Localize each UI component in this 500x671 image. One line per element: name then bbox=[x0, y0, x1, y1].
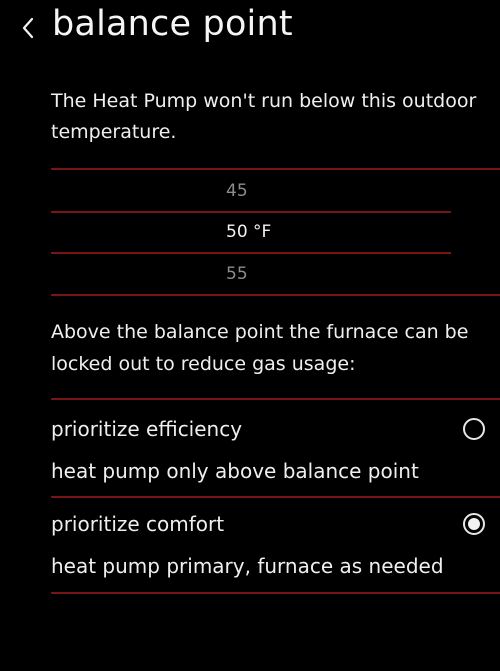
efficiency-radio[interactable] bbox=[463, 418, 485, 440]
comfort-radio[interactable] bbox=[463, 513, 485, 535]
option-subtitle: heat pump only above balance point bbox=[51, 459, 419, 483]
lockout-description: Above the balance point the furnace can … bbox=[51, 321, 469, 375]
chevron-left-icon bbox=[22, 17, 34, 39]
picker-divider bbox=[51, 252, 451, 254]
page-title: balance point bbox=[52, 4, 293, 44]
options-top-divider bbox=[51, 398, 500, 400]
option-subtitle: heat pump primary, furnace as needed bbox=[51, 554, 444, 578]
picker-top-divider bbox=[51, 168, 500, 170]
picker-divider bbox=[51, 211, 451, 213]
back-button[interactable] bbox=[16, 12, 40, 44]
option-title: prioritize efficiency bbox=[51, 417, 243, 441]
picker-option-selected[interactable]: 50 °F bbox=[226, 222, 271, 242]
picker-option-next[interactable]: 55 bbox=[226, 264, 248, 284]
option-title: prioritize comfort bbox=[51, 512, 225, 536]
header-bar: balance point bbox=[0, 0, 500, 60]
option-divider bbox=[51, 496, 500, 498]
options-bottom-divider bbox=[51, 592, 500, 594]
balance-point-description: The Heat Pump won't run below this outdo… bbox=[51, 90, 477, 143]
picker-option-prev[interactable]: 45 bbox=[226, 181, 248, 201]
picker-bottom-divider bbox=[51, 294, 500, 296]
